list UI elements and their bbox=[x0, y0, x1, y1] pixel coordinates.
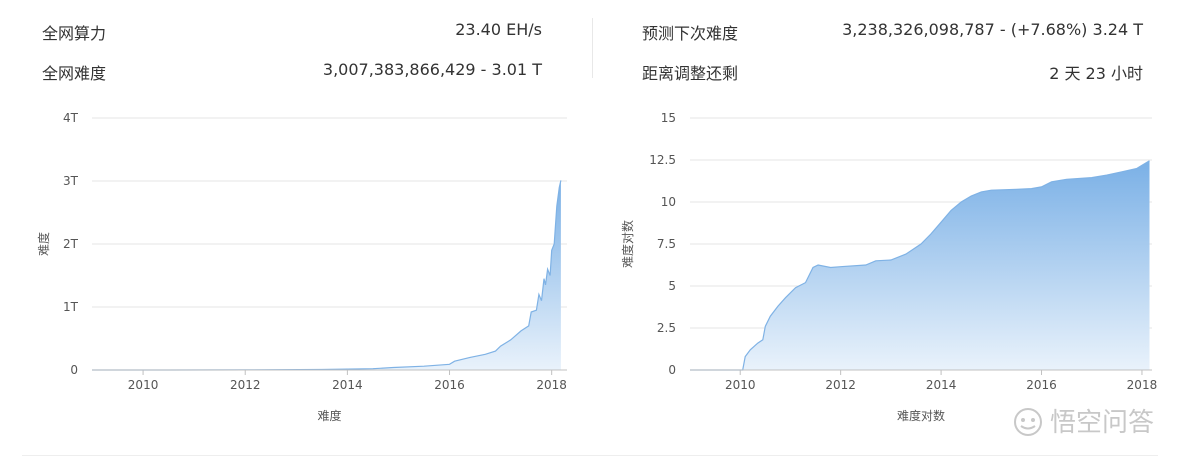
y-tick-label: 5 bbox=[668, 279, 676, 293]
difficulty-label: 全网难度 bbox=[42, 64, 107, 83]
series-area bbox=[690, 160, 1150, 370]
y-tick-label: 2T bbox=[63, 237, 79, 251]
y-tick-label: 4T bbox=[63, 111, 79, 125]
x-tick-label: 2012 bbox=[825, 378, 856, 392]
y-tick-label: 2.5 bbox=[657, 321, 676, 335]
y-axis-label: 难度对数 bbox=[620, 220, 635, 268]
stats-divider bbox=[592, 18, 593, 78]
y-tick-label: 15 bbox=[661, 111, 676, 125]
series-line bbox=[92, 180, 562, 371]
y-tick-label: 12.5 bbox=[649, 153, 676, 167]
hashrate-label: 全网算力 bbox=[42, 24, 107, 43]
time-to-adjust-value: 2 天 23 小时 bbox=[1049, 64, 1143, 83]
difficulty-value: 3,007,383,866,429 - 3.01 T bbox=[322, 60, 542, 79]
y-tick-label: 0 bbox=[70, 363, 78, 377]
y-tick-label: 10 bbox=[661, 195, 676, 209]
y-tick-label: 0 bbox=[668, 363, 676, 377]
next-difficulty-value: 3,238,326,098,787 - (+7.68%) 3.24 T bbox=[842, 20, 1143, 39]
x-tick-label: 2018 bbox=[1127, 378, 1158, 392]
time-to-adjust-label: 距离调整还剩 bbox=[642, 64, 739, 83]
watermark-text: 悟空问答 bbox=[1050, 408, 1154, 438]
wukong-logo-icon: 悟空问答 bbox=[1014, 408, 1154, 438]
y-tick-label: 7.5 bbox=[657, 237, 676, 251]
difficulty-log-chart: 0 2.5 5 7.5 10 12.5 15 2010 2012 2014 2016 2018 难度对数… bbox=[620, 111, 1158, 423]
y-axis-label: 难度 bbox=[36, 232, 51, 256]
x-tick-label: 2014 bbox=[926, 378, 957, 392]
bottom-divider bbox=[22, 455, 1158, 456]
x-tick-label: 2014 bbox=[332, 378, 363, 392]
y-tick-label: 1T bbox=[63, 300, 79, 314]
y-tick-label: 3T bbox=[63, 174, 79, 188]
watermark: 悟空问答 bbox=[1010, 398, 1160, 448]
next-difficulty-label: 预测下次难度 bbox=[642, 24, 739, 43]
difficulty-chart: 01T2T3T4T2010 2012 2014 2016 2018难度难度 bbox=[36, 111, 567, 423]
x-tick-label: 2018 bbox=[536, 378, 567, 392]
x-tick-label: 2012 bbox=[230, 378, 261, 392]
series-area bbox=[92, 180, 561, 370]
x-axis-label: 难度 bbox=[317, 408, 341, 423]
x-axis-label: 难度对数 bbox=[897, 408, 945, 423]
x-tick-label: 2016 bbox=[1026, 378, 1057, 392]
x-tick-label: 2016 bbox=[434, 378, 465, 392]
hashrate-value: 23.40 EH/s bbox=[455, 20, 542, 39]
x-tick-label: 2010 bbox=[725, 378, 756, 392]
x-tick-label: 2010 bbox=[128, 378, 159, 392]
